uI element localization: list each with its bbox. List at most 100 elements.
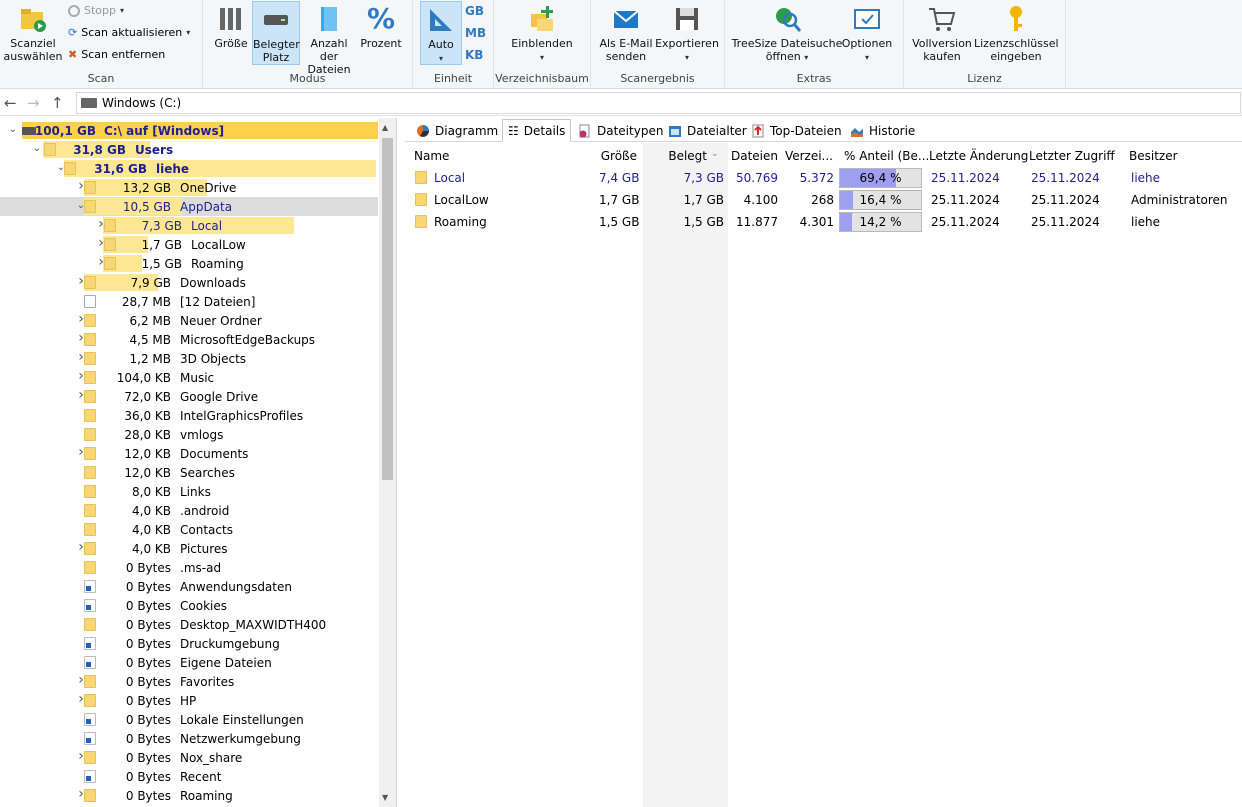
tree-item[interactable]: › 0 Bytes HP [0, 691, 378, 710]
files-cell: 4.100 [743, 193, 778, 207]
mode-count-button[interactable]: Anzahl der Dateien [300, 4, 358, 76]
tree-item[interactable]: 0 Bytes Desktop_MAXWIDTH400 [0, 615, 378, 634]
tree-item[interactable]: 0 Bytes Netzwerkumgebung [0, 729, 378, 748]
unit-kb-button[interactable]: KB [465, 48, 483, 62]
send-email-button[interactable]: Als E-Mail senden [595, 4, 657, 63]
tree-item[interactable]: ⌄ 31,6 GB liehe [0, 159, 378, 178]
header-owner[interactable]: Besitzer [1129, 149, 1178, 163]
ruler-triangle-icon [430, 9, 452, 31]
tree-item[interactable]: › 1,5 GB Roaming [0, 254, 378, 273]
header-modified[interactable]: Letzte Änderung [929, 149, 1028, 163]
tree-item[interactable]: ⌄ 31,8 GB Users [0, 140, 378, 159]
tree-item[interactable]: › 104,0 KB Music [0, 368, 378, 387]
tree-item[interactable]: › 12,0 KB Documents [0, 444, 378, 463]
back-arrow-icon[interactable]: ← [4, 94, 17, 112]
scroll-thumb[interactable] [382, 138, 393, 480]
tree-item[interactable]: 0 Bytes Druckumgebung [0, 634, 378, 653]
tree-scrollbar[interactable]: ▲ ▼ [379, 118, 396, 807]
tab-details[interactable]: ☷ Details [502, 119, 572, 142]
header-percent[interactable]: % Anteil (Be... [844, 149, 929, 163]
tree-item[interactable]: 36,0 KB IntelGraphicsProfiles [0, 406, 378, 425]
stop-button[interactable]: Stopp ▾ [68, 4, 124, 17]
refresh-scan-button[interactable]: ⟳ Scan aktualisieren ▾ [68, 26, 190, 39]
ribbon-group-mode: Größe Belegter Platz Anzahl der Dateien … [203, 0, 413, 88]
tree-item[interactable]: 0 Bytes Recent [0, 767, 378, 786]
tree-item[interactable]: 0 Bytes .ms-ad [0, 558, 378, 577]
tree-item[interactable]: ⌄ 10,5 GB AppData [0, 197, 378, 216]
unit-gb-button[interactable]: GB [465, 4, 484, 18]
tree-item[interactable]: › 13,2 GB OneDrive [0, 178, 378, 197]
tree-item[interactable]: › 1,2 MB 3D Objects [0, 349, 378, 368]
header-accessed[interactable]: Letzter Zugriff [1029, 149, 1115, 163]
up-arrow-icon[interactable]: ↑ [51, 94, 64, 112]
tab-history[interactable]: Historie [845, 119, 920, 142]
chevron-down-icon[interactable]: ⌄ [8, 124, 18, 135]
buy-full-version-button[interactable]: Vollversion kaufen [910, 4, 974, 63]
options-label: Optionen [841, 37, 893, 50]
remove-scan-button[interactable]: ✖ Scan entfernen [68, 48, 165, 61]
tree-item[interactable]: 0 Bytes Eigene Dateien [0, 653, 378, 672]
tree-item[interactable]: › 7,3 GB Local [0, 216, 378, 235]
tree-item[interactable]: 28,0 KB vmlogs [0, 425, 378, 444]
tree-item[interactable]: › 0 Bytes Nox_share [0, 748, 378, 767]
tree-item[interactable]: 0 Bytes Anwendungsdaten [0, 577, 378, 596]
name-cell: LocalLow [434, 193, 489, 207]
mode-allocated-button[interactable]: Belegter Platz [252, 1, 300, 65]
tree-item[interactable]: › 0 Bytes Favorites [0, 672, 378, 691]
percent-label: 16,4 % [859, 193, 902, 207]
table-row[interactable]: Local 7,4 GB 7,3 GB 50.769 5.372 25.11.2024 25… [405, 167, 1242, 189]
tree-item[interactable]: › 72,0 KB Google Drive [0, 387, 378, 406]
tree-item[interactable]: › 6,2 MB Neuer Ordner [0, 311, 378, 330]
mode-percent-button[interactable]: % Prozent [360, 4, 402, 51]
tree-item[interactable]: 8,0 KB Links [0, 482, 378, 501]
open-filesearch-button[interactable]: TreeSize Dateisuche öffnen ▾ [731, 4, 843, 64]
tab-fileage[interactable]: Dateialter [663, 119, 752, 142]
header-size[interactable]: Größe [600, 149, 637, 163]
tree-item[interactable]: 28,7 MB [12 Dateien] [0, 292, 378, 311]
select-scan-target-button[interactable]: Scanziel auswählen [3, 4, 63, 63]
tree-item[interactable]: 0 Bytes Lokale Einstellungen [0, 710, 378, 729]
tree-item[interactable]: › 0 Bytes Roaming [0, 786, 378, 805]
forward-arrow-icon[interactable]: → [27, 94, 40, 112]
header-name[interactable]: Name [414, 149, 449, 163]
header-dirs[interactable]: Verzei... [783, 149, 833, 163]
tree-item-label: HP [180, 694, 197, 708]
scroll-up-icon[interactable]: ▲ [382, 123, 388, 132]
tree-item-size: 104,0 KB [116, 371, 171, 385]
tab-filetypes[interactable]: Dateitypen [573, 119, 668, 142]
tree-item[interactable]: › 4,0 KB Pictures [0, 539, 378, 558]
unit-auto-button[interactable]: Auto ▾ [420, 1, 462, 65]
percent-label: 14,2 % [859, 215, 902, 229]
show-dirtree-button[interactable]: Einblenden ▾ [504, 4, 580, 64]
export-button[interactable]: Exportieren ▾ [655, 4, 719, 64]
path-input[interactable]: Windows (C:) [76, 92, 1241, 114]
tree-item[interactable]: 12,0 KB Searches [0, 463, 378, 482]
enter-license-key-button[interactable]: Lizenzschlüssel eingeben [974, 4, 1059, 63]
tree-item[interactable]: 0 Bytes Cookies [0, 596, 378, 615]
tab-topfiles[interactable]: Top-Dateien [746, 119, 847, 142]
tree-item[interactable]: › 7,9 GB Downloads [0, 273, 378, 292]
tree-item[interactable]: 4,0 KB Contacts [0, 520, 378, 539]
options-button[interactable]: Optionen ▾ [841, 4, 893, 64]
header-files[interactable]: Dateien [728, 149, 778, 163]
scroll-down-icon[interactable]: ▼ [382, 793, 388, 802]
unit-mb-button[interactable]: MB [465, 26, 486, 40]
size-cell: 1,5 GB [599, 215, 640, 229]
table-row[interactable]: LocalLow 1,7 GB 1,7 GB 4.100 268 25.11.2024 25… [405, 189, 1242, 211]
mode-size-button[interactable]: Größe [211, 4, 251, 50]
folder-icon [104, 257, 116, 270]
tree-item-size: 0 Bytes [125, 618, 171, 632]
tree-item[interactable]: ⌄ 100,1 GB C:\ auf [Windows] [0, 121, 378, 140]
tab-diagram[interactable]: Diagramm [411, 119, 503, 142]
table-row[interactable]: Roaming 1,5 GB 1,5 GB 11.877 4.301 25.11.2024… [405, 211, 1242, 233]
file-icon [84, 295, 96, 308]
header-allocated[interactable]: Belegt [655, 149, 707, 163]
folder-icon [84, 390, 96, 403]
tree-item[interactable]: › 4,5 MB MicrosoftEdgeBackups [0, 330, 378, 349]
drive-icon [81, 98, 97, 108]
chevron-down-icon[interactable]: ⌄ [32, 143, 42, 154]
directory-tree: ⌄ 100,1 GB C:\ auf [Windows] ⌄ 31,8 GB Users ⌄… [0, 118, 397, 807]
tree-item[interactable]: 4,0 KB .android [0, 501, 378, 520]
disk-icon [264, 15, 288, 25]
tree-item[interactable]: › 1,7 GB LocalLow [0, 235, 378, 254]
